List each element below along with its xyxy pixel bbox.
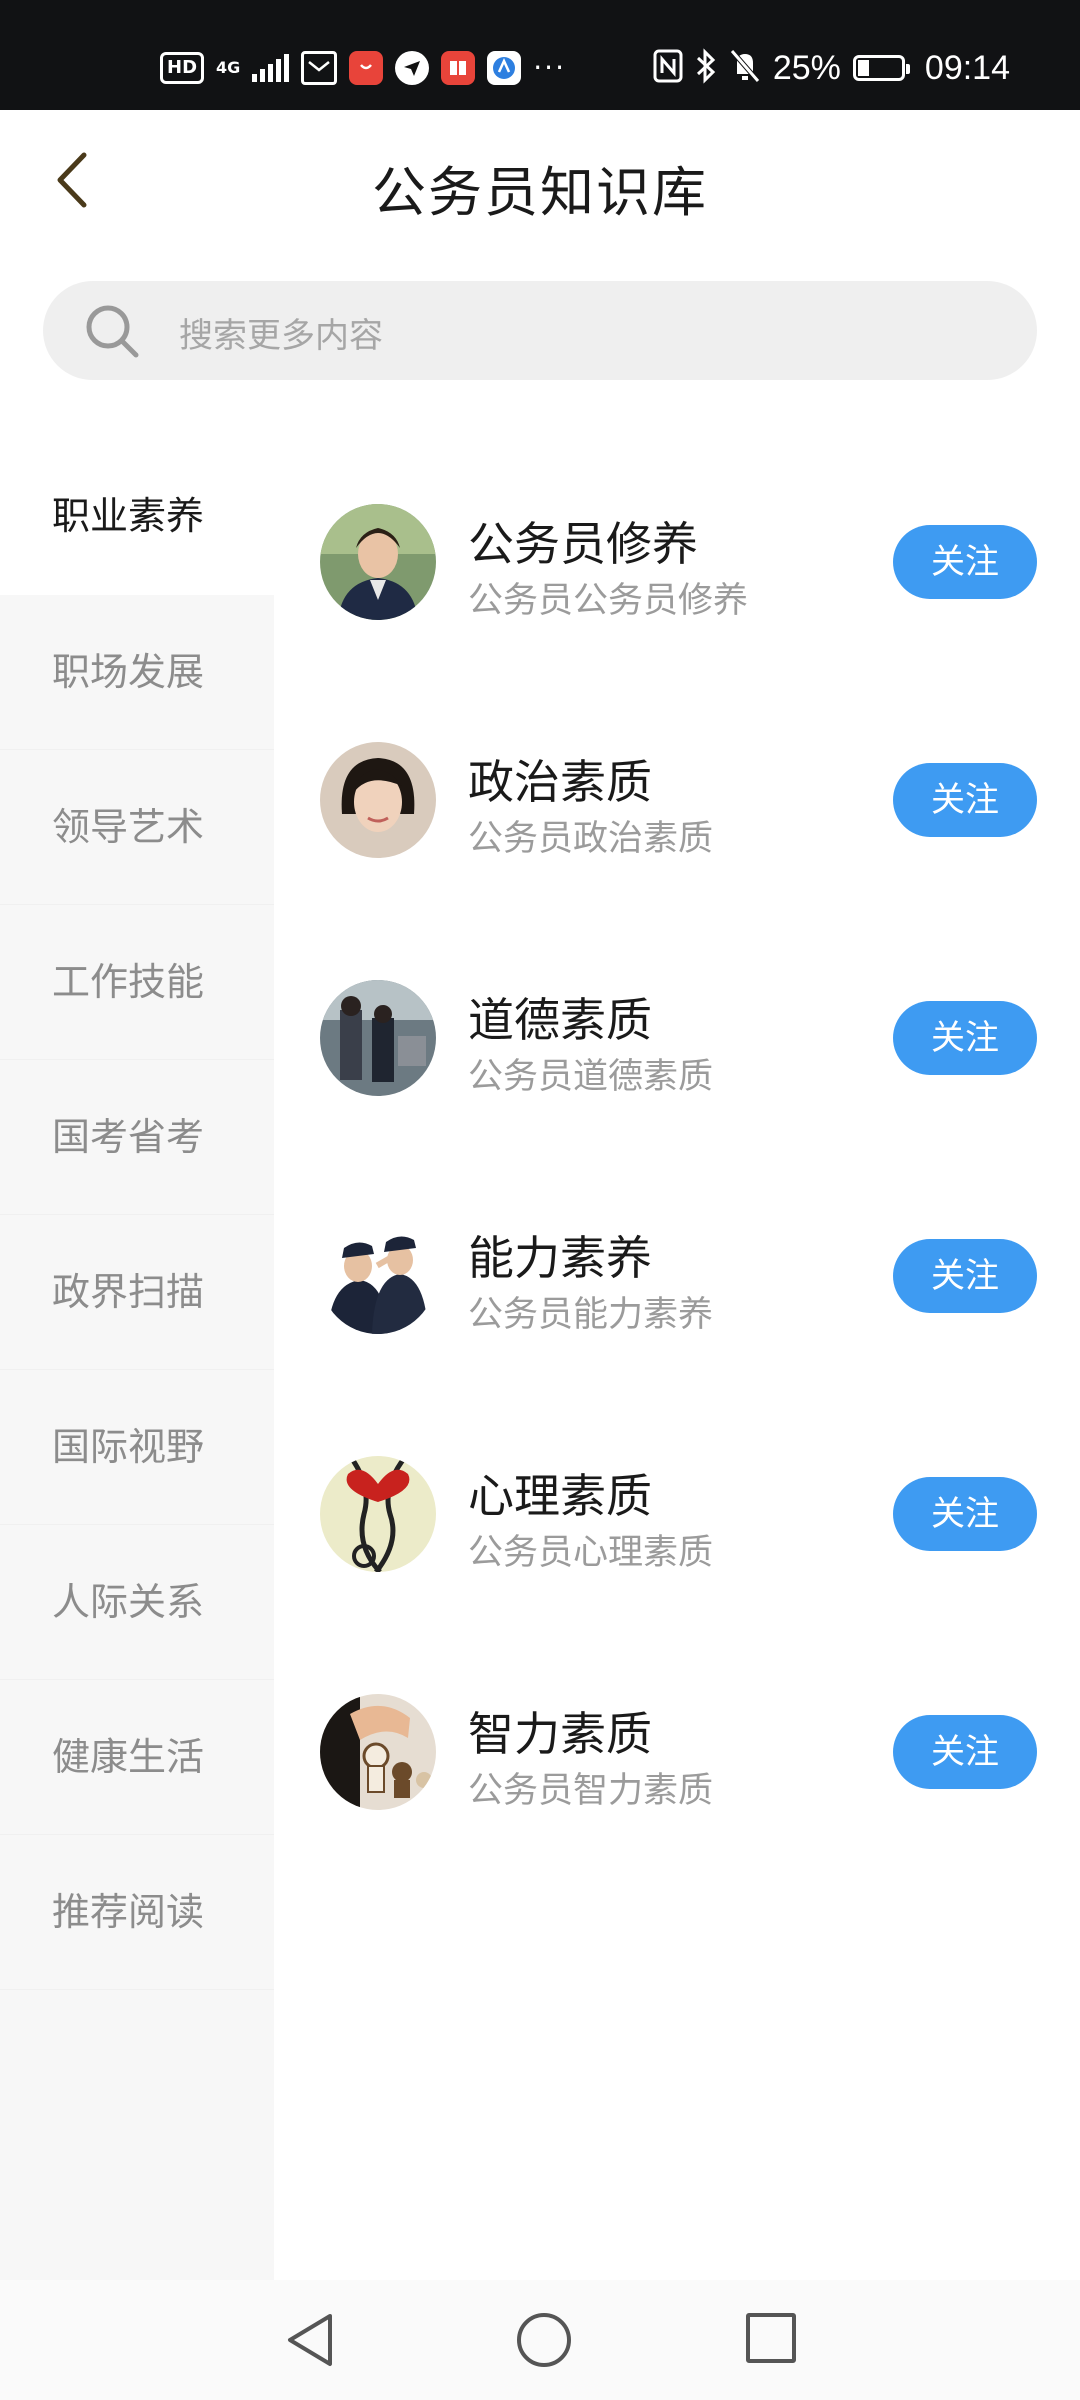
search-placeholder: 搜索更多内容: [179, 316, 383, 356]
avatar: [320, 504, 436, 620]
hd-badge: HD: [160, 52, 205, 84]
system-nav-bar: [0, 2280, 1080, 2400]
sidebar-item-international[interactable]: 国际视野: [0, 1370, 274, 1525]
network-type: 4G: [216, 58, 241, 77]
follow-button[interactable]: 关注: [893, 1001, 1037, 1075]
follow-button[interactable]: 关注: [893, 525, 1037, 599]
list-item[interactable]: 智力素质 公务员智力素质 关注: [274, 1660, 1080, 1898]
item-title: 心理素质: [468, 1469, 652, 1523]
battery-charging-icon: [852, 55, 910, 81]
item-title: 智力素质: [468, 1707, 652, 1761]
list-item[interactable]: 能力素养 公务员能力素养 关注: [274, 1184, 1080, 1422]
mail-icon: [301, 51, 338, 85]
huawei-store-icon: [349, 51, 384, 85]
list-item[interactable]: 道德素质 公务员道德素质 关注: [274, 946, 1080, 1184]
follow-button[interactable]: 关注: [893, 1477, 1037, 1551]
signal-icon: [252, 54, 290, 82]
header: 公务员知识库: [0, 110, 1080, 250]
bell-muted-icon: [729, 48, 761, 88]
item-title: 公务员修养: [468, 517, 698, 571]
avatar: [320, 1456, 436, 1572]
item-title: 道德素质: [468, 993, 652, 1047]
item-title: 能力素养: [468, 1231, 652, 1285]
avatar: [320, 980, 436, 1096]
clock: 09:14: [924, 48, 1010, 87]
item-subtitle: 公务员心理素质: [468, 1533, 714, 1573]
status-bar: HD 4G ··· 25% 09:14: [0, 0, 1080, 110]
sidebar-item-civil-exams[interactable]: 国考省考: [0, 1060, 274, 1215]
search-icon: [86, 305, 139, 358]
sidebar-item-career-development[interactable]: 职场发展: [0, 595, 274, 750]
item-title: 政治素质: [468, 755, 652, 809]
bluetooth-icon: [695, 48, 717, 88]
list-item[interactable]: 心理素质 公务员心理素质 关注: [274, 1422, 1080, 1660]
page-title: 公务员知识库: [372, 161, 708, 224]
avatar: [320, 1694, 436, 1810]
browser-icon: [487, 51, 522, 85]
nav-back-icon[interactable]: [282, 2310, 338, 2370]
list-item[interactable]: 政治素质 公务员政治素质 关注: [274, 708, 1080, 946]
sidebar-item-professional-quality[interactable]: 职业素养: [0, 438, 274, 595]
item-subtitle: 公务员公务员修养: [468, 581, 749, 621]
more-notifications: ···: [533, 51, 566, 84]
nav-recents-icon[interactable]: [746, 2313, 796, 2363]
nfc-icon: [653, 49, 683, 87]
avatar: [320, 742, 436, 858]
sidebar-item-recommended[interactable]: 推荐阅读: [0, 1835, 274, 1990]
red-book-icon: [441, 51, 476, 85]
category-sidebar: 职业素养 职场发展 领导艺术 工作技能 国考省考 政界扫描 国际视野 人际关系 …: [0, 438, 274, 2280]
topic-list: 公务员修养 公务员公务员修养 关注 政治素质 公务员政治素质 关注 道德素质 公…: [274, 470, 1080, 1898]
item-subtitle: 公务员政治素质: [468, 819, 714, 859]
sidebar-item-healthy-living[interactable]: 健康生活: [0, 1680, 274, 1835]
paper-plane-icon: [395, 51, 430, 85]
nav-home-icon[interactable]: [517, 2313, 571, 2367]
battery-percent: 25%: [772, 48, 841, 87]
sidebar-item-work-skills[interactable]: 工作技能: [0, 905, 274, 1060]
status-left: HD 4G ···: [160, 45, 566, 91]
follow-button[interactable]: 关注: [893, 1239, 1037, 1313]
avatar: [320, 1218, 436, 1334]
search-input[interactable]: 搜索更多内容: [43, 281, 1037, 380]
status-right: 25% 09:14: [653, 45, 1010, 91]
follow-button[interactable]: 关注: [893, 1715, 1037, 1789]
sidebar-item-relationships[interactable]: 人际关系: [0, 1525, 274, 1680]
item-subtitle: 公务员智力素质: [468, 1771, 714, 1811]
list-item[interactable]: 公务员修养 公务员公务员修养 关注: [274, 470, 1080, 708]
sidebar-item-leadership[interactable]: 领导艺术: [0, 750, 274, 905]
follow-button[interactable]: 关注: [893, 763, 1037, 837]
item-subtitle: 公务员能力素养: [468, 1295, 714, 1335]
item-subtitle: 公务员道德素质: [468, 1057, 714, 1097]
sidebar-item-political-scan[interactable]: 政界扫描: [0, 1215, 274, 1370]
